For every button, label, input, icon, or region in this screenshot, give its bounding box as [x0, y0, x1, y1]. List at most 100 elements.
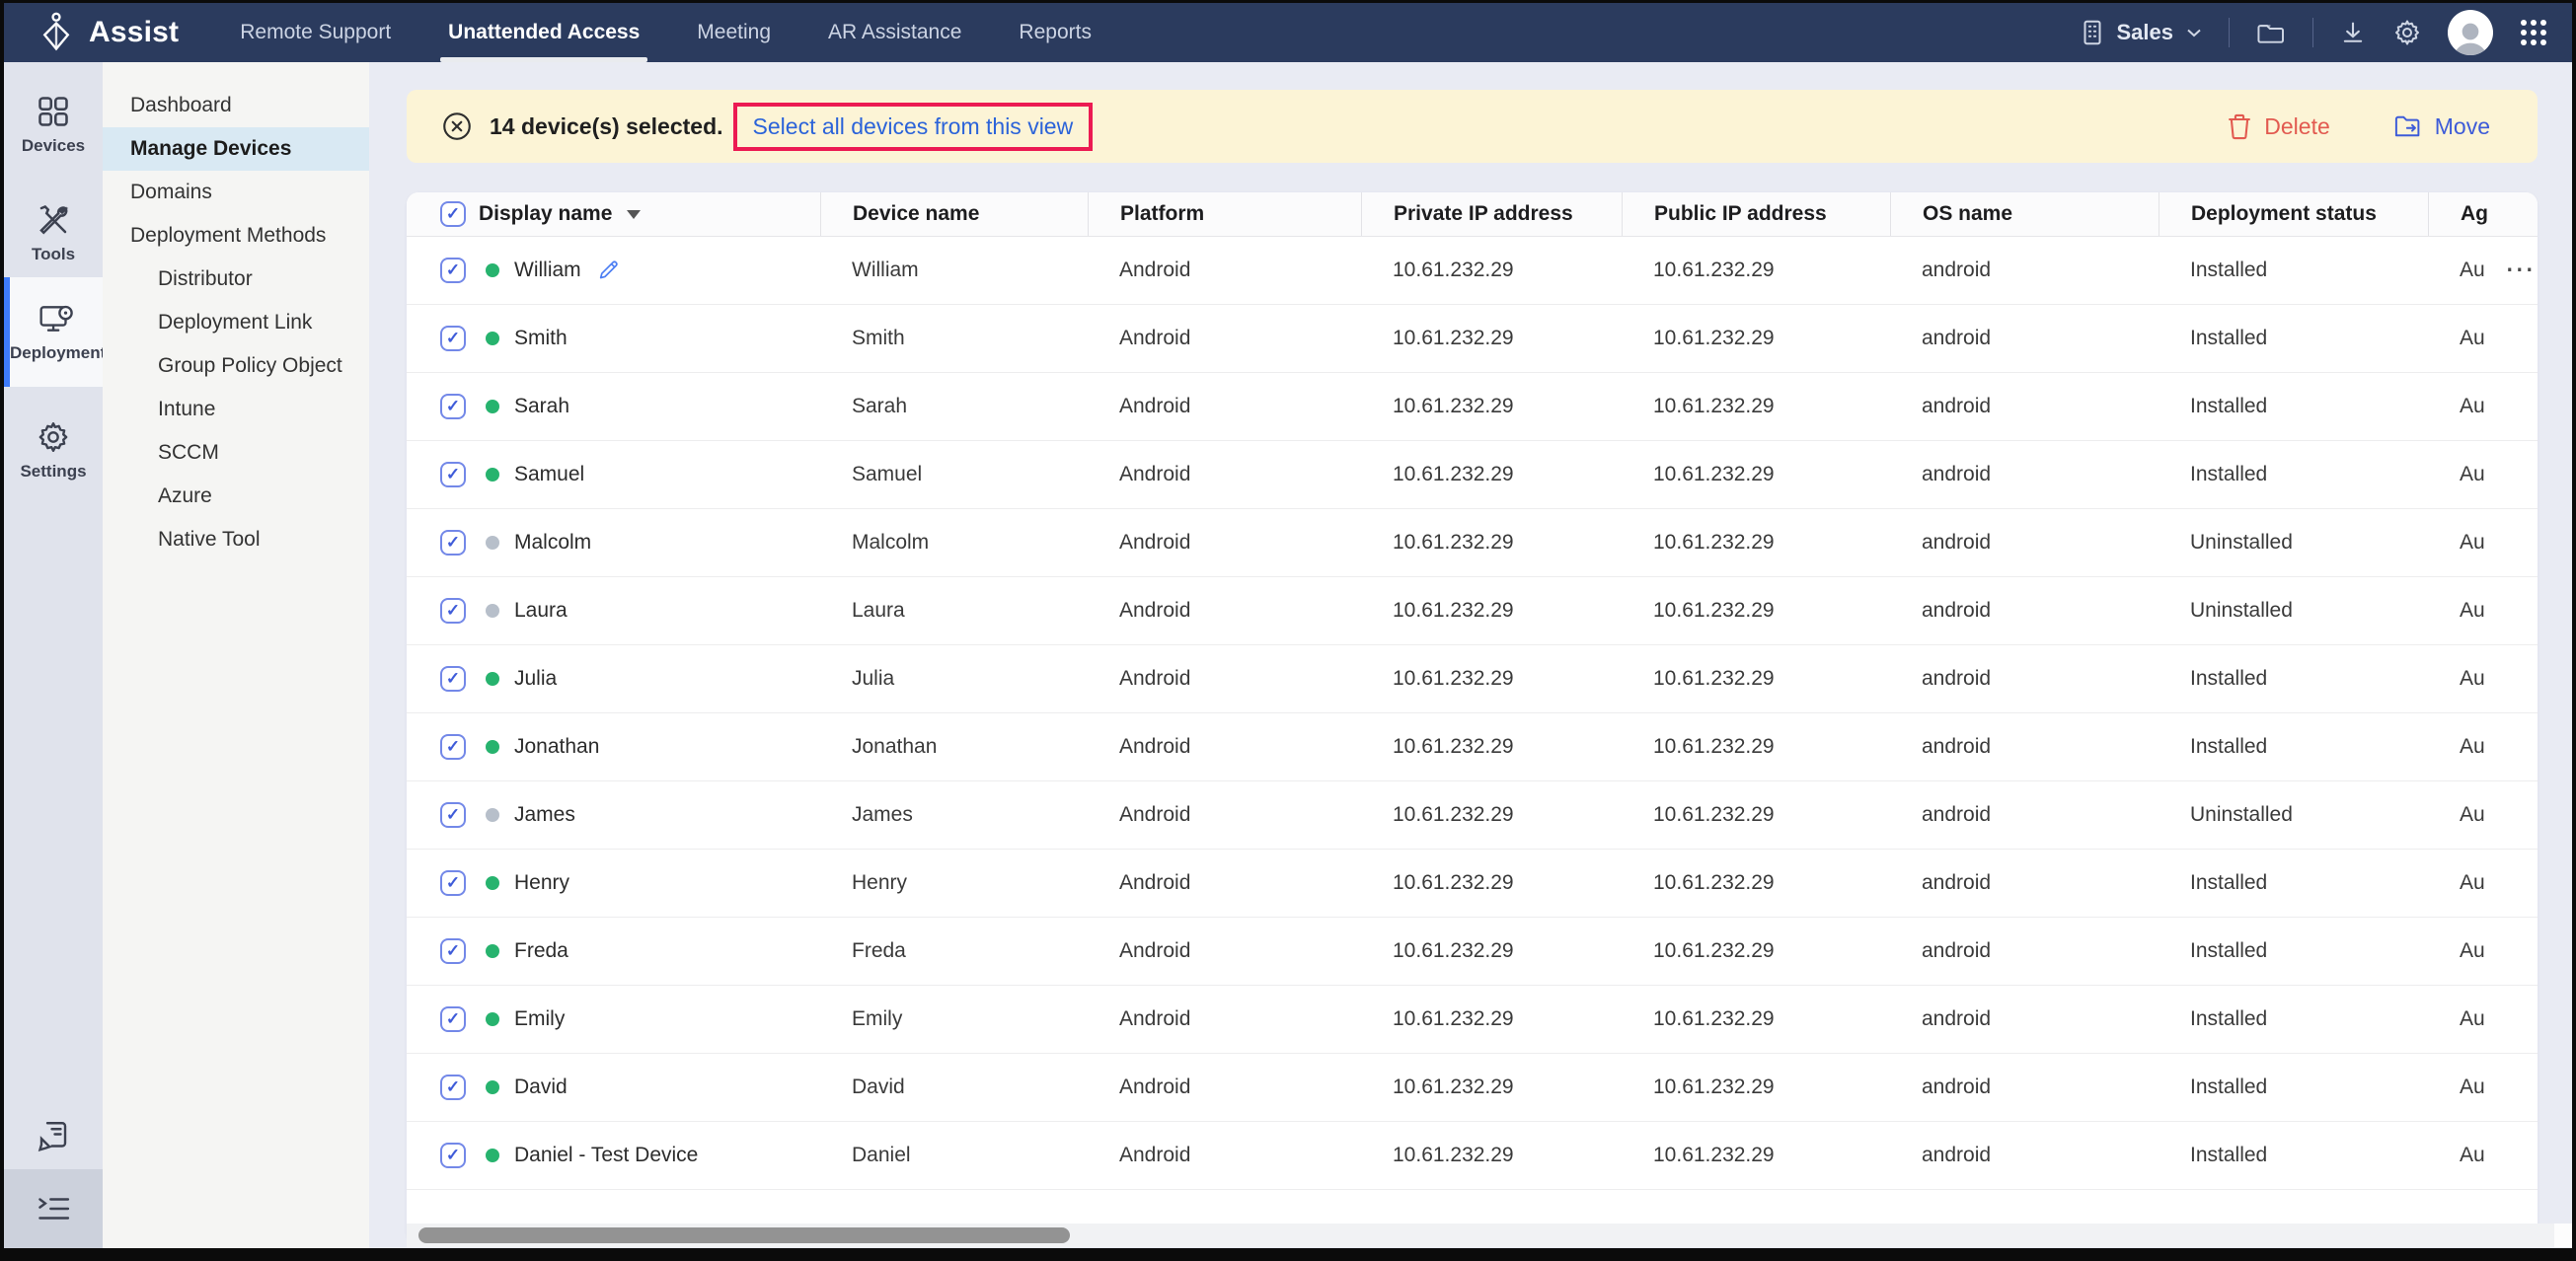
table-row[interactable]: James James Android 10.61.232.29 10.61.2… — [407, 781, 2538, 850]
top-tabs: Remote Support Unattended Access Meeting AR… — [240, 3, 1092, 62]
table-row[interactable]: Emily Emily Android 10.61.232.29 10.61.2… — [407, 986, 2538, 1054]
platform-cell: Android — [1088, 1076, 1361, 1099]
top-tab[interactable]: AR Assistance — [828, 3, 961, 62]
rail-item-tools[interactable]: Tools — [4, 202, 103, 264]
row-checkbox[interactable] — [440, 938, 466, 964]
display-name-cell: Jonathan — [407, 734, 820, 760]
sidebar-item[interactable]: Deployment Link — [103, 301, 369, 344]
header-display-name[interactable]: Display name — [407, 192, 820, 236]
portal-selector[interactable]: Sales — [2080, 18, 2204, 47]
row-checkbox[interactable] — [440, 598, 466, 624]
table-row[interactable]: Freda Freda Android 10.61.232.29 10.61.2… — [407, 918, 2538, 986]
table-row[interactable]: Daniel - Test Device Daniel Android 10.6… — [407, 1122, 2538, 1190]
row-checkbox[interactable] — [440, 870, 466, 896]
collapse-panel-icon[interactable] — [4, 1169, 103, 1248]
avatar[interactable] — [2448, 10, 2493, 55]
display-name-text: Sarah — [514, 395, 569, 418]
display-name-cell: Henry — [407, 870, 820, 896]
row-checkbox[interactable] — [440, 462, 466, 487]
deployment-status-cell: Installed — [2159, 327, 2428, 350]
sidebar-item[interactable]: Native Tool — [103, 518, 369, 561]
display-name-cell: William — [407, 258, 820, 283]
agent-text: Au — [2460, 735, 2485, 759]
header-private-ip[interactable]: Private IP address — [1361, 192, 1622, 236]
top-tab[interactable]: Remote Support — [240, 3, 391, 62]
gear-icon[interactable] — [2392, 18, 2422, 47]
row-checkbox[interactable] — [440, 258, 466, 283]
table-row[interactable]: Julia Julia Android 10.61.232.29 10.61.2… — [407, 645, 2538, 713]
sidebar-item[interactable]: Intune — [103, 388, 369, 431]
horizontal-scrollbar-track[interactable] — [407, 1224, 2572, 1247]
row-checkbox[interactable] — [440, 1075, 466, 1100]
table-row[interactable]: Jonathan Jonathan Android 10.61.232.29 1… — [407, 713, 2538, 781]
sidebar-item[interactable]: Deployment Methods — [103, 214, 369, 258]
device-name-cell: Daniel — [820, 1144, 1088, 1167]
feedback-note-icon[interactable] — [4, 1118, 103, 1153]
select-all-link[interactable]: Select all devices from this view — [753, 113, 1074, 140]
edit-pencil-icon[interactable] — [597, 259, 621, 282]
device-name-cell: William — [820, 259, 1088, 282]
sidebar-item[interactable]: Manage Devices — [103, 127, 369, 171]
sidebar-item[interactable]: SCCM — [103, 431, 369, 475]
table-row[interactable]: Henry Henry Android 10.61.232.29 10.61.2… — [407, 850, 2538, 918]
divider — [2229, 18, 2230, 47]
delete-button[interactable]: Delete — [2227, 112, 2329, 140]
header-device-name[interactable]: Device name — [820, 192, 1088, 236]
rail-item-deployment[interactable]: Deployment — [4, 277, 103, 387]
row-checkbox[interactable] — [440, 1006, 466, 1032]
top-tab[interactable]: Unattended Access — [448, 3, 640, 62]
row-checkbox[interactable] — [440, 530, 466, 556]
chevron-down-icon — [2185, 27, 2203, 38]
table-row[interactable]: Laura Laura Android 10.61.232.29 10.61.2… — [407, 577, 2538, 645]
top-tab[interactable]: Reports — [1019, 3, 1092, 62]
top-tab[interactable]: Meeting — [697, 3, 771, 62]
brand[interactable]: Assist — [38, 11, 179, 54]
move-label: Move — [2435, 113, 2490, 140]
row-checkbox[interactable] — [440, 666, 466, 692]
row-checkbox[interactable] — [440, 802, 466, 828]
select-all-checkbox[interactable] — [440, 201, 466, 227]
rail-label: Deployment — [10, 343, 103, 363]
display-name-cell: Freda — [407, 938, 820, 964]
platform-cell: Android — [1088, 259, 1361, 282]
table-row[interactable]: Malcolm Malcolm Android 10.61.232.29 10.… — [407, 509, 2538, 577]
clear-selection-icon[interactable] — [440, 110, 474, 143]
display-name-cell: Emily — [407, 1006, 820, 1032]
header-public-ip[interactable]: Public IP address — [1622, 192, 1890, 236]
row-checkbox[interactable] — [440, 734, 466, 760]
sidebar-item[interactable]: Dashboard — [103, 84, 369, 127]
header-agent[interactable]: Ag — [2428, 192, 2538, 236]
row-more-menu-icon[interactable]: ⋯ — [2505, 265, 2538, 275]
sort-caret-icon[interactable] — [627, 210, 641, 219]
apps-grid-icon[interactable] — [2519, 18, 2548, 47]
agent-text: Au — [2460, 463, 2485, 486]
table-row[interactable]: Smith Smith Android 10.61.232.29 10.61.2… — [407, 305, 2538, 373]
rail-item-settings[interactable]: Settings — [4, 419, 103, 482]
public-ip-cell: 10.61.232.29 — [1622, 667, 1890, 691]
rail-item-devices[interactable]: Devices — [4, 94, 103, 156]
table-row[interactable]: Sarah Sarah Android 10.61.232.29 10.61.2… — [407, 373, 2538, 441]
header-os-name[interactable]: OS name — [1890, 192, 2159, 236]
sidebar-item[interactable]: Domains — [103, 171, 369, 214]
folder-icon[interactable] — [2255, 19, 2287, 46]
devices-grid-icon — [4, 94, 103, 129]
header-deployment-status[interactable]: Deployment status — [2159, 192, 2428, 236]
private-ip-cell: 10.61.232.29 — [1361, 259, 1622, 282]
sidebar-item[interactable]: Group Policy Object — [103, 344, 369, 388]
row-checkbox[interactable] — [440, 1143, 466, 1168]
display-name-text: Jonathan — [514, 735, 599, 759]
horizontal-scrollbar-thumb[interactable] — [418, 1227, 1070, 1243]
move-button[interactable]: Move — [2393, 113, 2490, 140]
header-platform[interactable]: Platform — [1088, 192, 1361, 236]
sidebar-item[interactable]: Azure — [103, 475, 369, 518]
agent-cell: Au — [2428, 871, 2538, 895]
row-checkbox[interactable] — [440, 394, 466, 419]
display-name-text: David — [514, 1076, 568, 1099]
download-icon[interactable] — [2339, 19, 2367, 46]
row-checkbox[interactable] — [440, 326, 466, 351]
sidebar-item[interactable]: Distributor — [103, 258, 369, 301]
agent-cell: Au — [2428, 1076, 2538, 1099]
table-row[interactable]: Samuel Samuel Android 10.61.232.29 10.61… — [407, 441, 2538, 509]
table-row[interactable]: David David Android 10.61.232.29 10.61.2… — [407, 1054, 2538, 1122]
table-row[interactable]: William William Android 10.61.232.29 — [407, 237, 2538, 305]
